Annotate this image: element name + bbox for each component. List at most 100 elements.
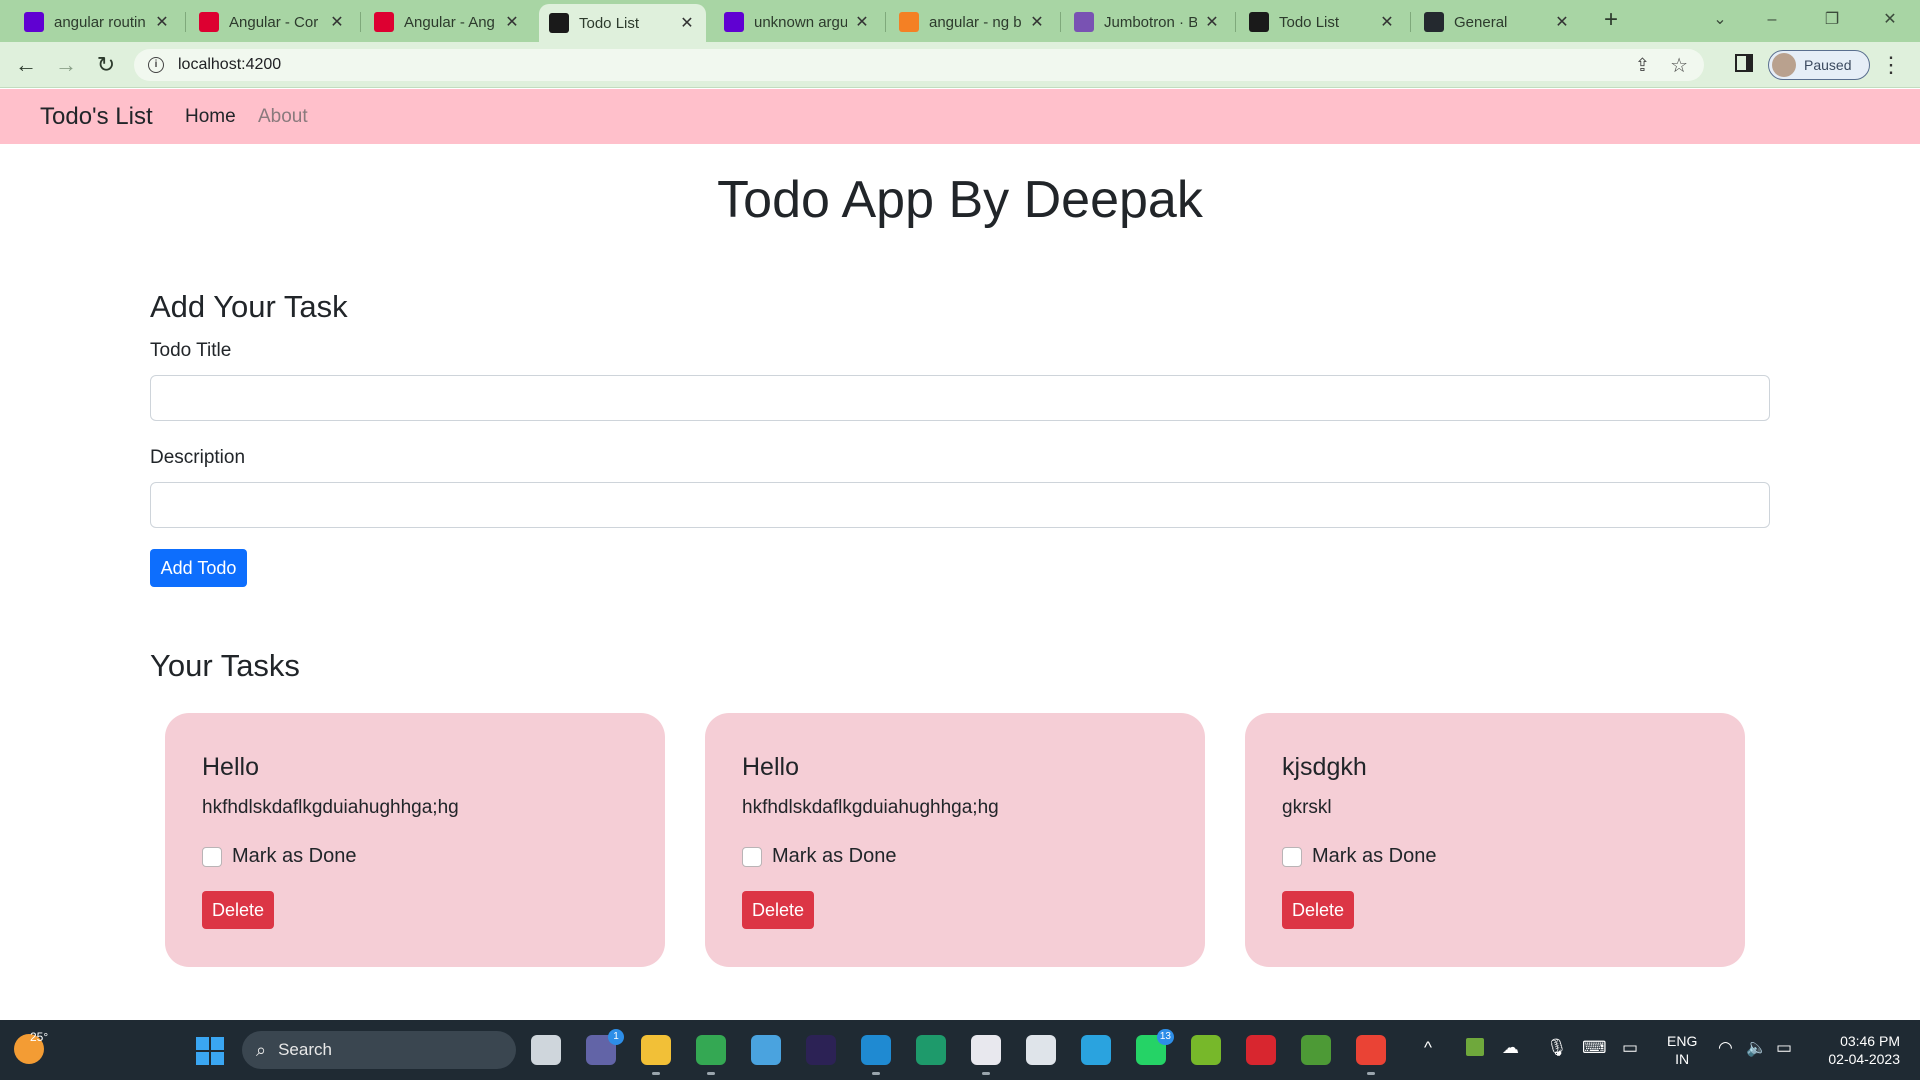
window-close-button[interactable]: ✕: [1870, 4, 1910, 36]
browser-tab[interactable]: Jumbotron · B ✕: [1064, 6, 1231, 38]
delete-button[interactable]: Delete: [1282, 891, 1354, 929]
nav-link-about[interactable]: About: [258, 106, 308, 128]
delete-button[interactable]: Delete: [202, 891, 274, 929]
show-hidden-icons[interactable]: ^: [1424, 1038, 1432, 1058]
task-description: gkrskl: [1282, 797, 1332, 818]
todo-title-input[interactable]: [150, 375, 1770, 421]
tab-close-icon[interactable]: ✕: [1203, 12, 1221, 32]
page-title: Todo App By Deepak: [717, 171, 1203, 229]
utorrent-icon[interactable]: [1191, 1035, 1221, 1065]
language-indicator[interactable]: ENG IN: [1667, 1032, 1697, 1068]
browser-tab[interactable]: angular routin ✕: [14, 6, 181, 38]
tab-close-icon[interactable]: ✕: [678, 13, 696, 33]
taskbar-search[interactable]: ⌕ Search: [242, 1031, 516, 1069]
browser-tab[interactable]: Todo List ✕: [539, 4, 706, 42]
tab-close-icon[interactable]: ✕: [1378, 12, 1396, 32]
mark-done-checkbox[interactable]: [742, 847, 762, 867]
tab-title: Todo List: [1279, 13, 1340, 31]
angular-favicon: [374, 12, 394, 32]
profile-button[interactable]: Paused: [1768, 50, 1870, 80]
mark-done-label[interactable]: Mark as Done: [772, 845, 897, 868]
eclipse-icon[interactable]: [806, 1035, 836, 1065]
snipping-tool-icon[interactable]: [971, 1035, 1001, 1075]
mark-done-label[interactable]: Mark as Done: [1312, 845, 1437, 868]
browser-tab[interactable]: Todo List ✕: [1239, 6, 1406, 38]
browser-tab[interactable]: Angular - Cor ✕: [189, 6, 356, 38]
chrome-icon[interactable]: [696, 1035, 726, 1075]
browser-tab[interactable]: General ✕: [1414, 6, 1581, 38]
search-placeholder: Search: [278, 1040, 332, 1059]
microphone-icon[interactable]: 🎙: [1546, 1038, 1568, 1058]
tab-close-icon[interactable]: ✕: [153, 12, 171, 32]
url-text[interactable]: localhost:4200: [178, 56, 281, 74]
mark-done-checkbox[interactable]: [202, 847, 222, 867]
windows-taskbar: 25° ⌕ Search 1 13 ^ ☁ 🎙 ⌨ ▭ ENG IN ◠ 🔈 ▭ …: [0, 1020, 1920, 1080]
vim-icon[interactable]: [1301, 1035, 1331, 1065]
browser-tab[interactable]: Angular - Ang ✕: [364, 6, 531, 38]
description-label: Description: [150, 447, 246, 468]
delete-button[interactable]: Delete: [742, 891, 814, 929]
document-editor-icon[interactable]: [1026, 1035, 1056, 1065]
side-panel-icon[interactable]: [1735, 54, 1753, 72]
app-tool-icon[interactable]: [916, 1035, 946, 1065]
whatsapp-icon[interactable]: 13: [1136, 1029, 1174, 1065]
tab-close-icon[interactable]: ✕: [328, 12, 346, 32]
task-description: hkfhdlskdaflkgduiahughhga;hg: [202, 797, 459, 818]
todo-title-label: Todo Title: [150, 340, 232, 361]
share-icon[interactable]: ⇪: [1635, 55, 1650, 76]
nav-link-home[interactable]: Home: [185, 106, 236, 128]
back-button[interactable]: ←: [12, 51, 40, 79]
add-task-heading: Add Your Task: [150, 289, 348, 324]
app-navbar: Todo's List Home About: [0, 89, 1920, 144]
telegram-icon[interactable]: [1081, 1035, 1111, 1065]
chrome-profile-icon[interactable]: [1356, 1035, 1386, 1075]
keyboard-icon[interactable]: ⌨: [1582, 1038, 1607, 1058]
minimize-button[interactable]: –: [1752, 4, 1792, 36]
site-info-icon[interactable]: i: [148, 57, 164, 73]
new-tab-button[interactable]: +: [1598, 8, 1624, 34]
yahoo-favicon: [724, 12, 744, 32]
browser-menu-icon[interactable]: ⋮: [1880, 51, 1902, 79]
mark-done-label[interactable]: Mark as Done: [232, 845, 357, 868]
tab-close-icon[interactable]: ✕: [1028, 12, 1046, 32]
touchpad-icon[interactable]: ▭: [1622, 1038, 1638, 1058]
windows-start-icon[interactable]: [196, 1037, 224, 1065]
forward-button[interactable]: →: [52, 51, 80, 79]
restore-button[interactable]: ❐: [1812, 4, 1852, 36]
notepad-icon[interactable]: [751, 1035, 781, 1065]
task-description: hkfhdlskdaflkgduiahughhga;hg: [742, 797, 999, 818]
clock-date: 02-04-2023: [1828, 1051, 1900, 1067]
volume-icon[interactable]: 🔈: [1746, 1038, 1767, 1058]
teams-chat-icon[interactable]: 1: [586, 1029, 624, 1065]
tray-app-icon[interactable]: [1466, 1038, 1484, 1056]
battery-icon[interactable]: ▭: [1776, 1038, 1792, 1058]
vscode-icon[interactable]: [861, 1035, 891, 1075]
onedrive-icon[interactable]: ☁: [1502, 1038, 1519, 1058]
file-explorer-icon[interactable]: [641, 1035, 671, 1075]
tab-title: Angular - Cor: [229, 13, 319, 31]
address-bar[interactable]: i localhost:4200 ⇪ ☆: [134, 49, 1704, 81]
profile-status: Paused: [1804, 57, 1852, 73]
security-app-icon[interactable]: [1246, 1035, 1276, 1065]
region-code: IN: [1675, 1051, 1690, 1067]
mark-done-checkbox[interactable]: [1282, 847, 1302, 867]
tab-search-icon[interactable]: ⌄: [1700, 4, 1740, 36]
browser-tab[interactable]: unknown argu ✕: [714, 6, 881, 38]
tab-title: Angular - Ang: [404, 13, 495, 31]
bookmark-star-icon[interactable]: ☆: [1670, 53, 1688, 78]
wifi-icon[interactable]: ◠: [1718, 1038, 1733, 1058]
tab-close-icon[interactable]: ✕: [503, 12, 521, 32]
clock-time: 03:46 PM: [1840, 1033, 1900, 1049]
task-view-icon[interactable]: [531, 1035, 561, 1065]
weather-temperature[interactable]: 25°: [30, 1030, 48, 1044]
browser-tab[interactable]: angular - ng b ✕: [889, 6, 1056, 38]
navbar-brand[interactable]: Todo's List: [40, 103, 153, 131]
bootstrap-favicon: [1074, 12, 1094, 32]
description-input[interactable]: [150, 482, 1770, 528]
reload-button[interactable]: ↻: [92, 51, 120, 79]
clock[interactable]: 03:46 PM 02-04-2023: [1808, 1032, 1900, 1068]
tab-close-icon[interactable]: ✕: [1553, 12, 1571, 32]
tab-close-icon[interactable]: ✕: [853, 12, 871, 32]
add-todo-button[interactable]: Add Todo: [150, 549, 247, 587]
stackoverflow-favicon: [899, 12, 919, 32]
